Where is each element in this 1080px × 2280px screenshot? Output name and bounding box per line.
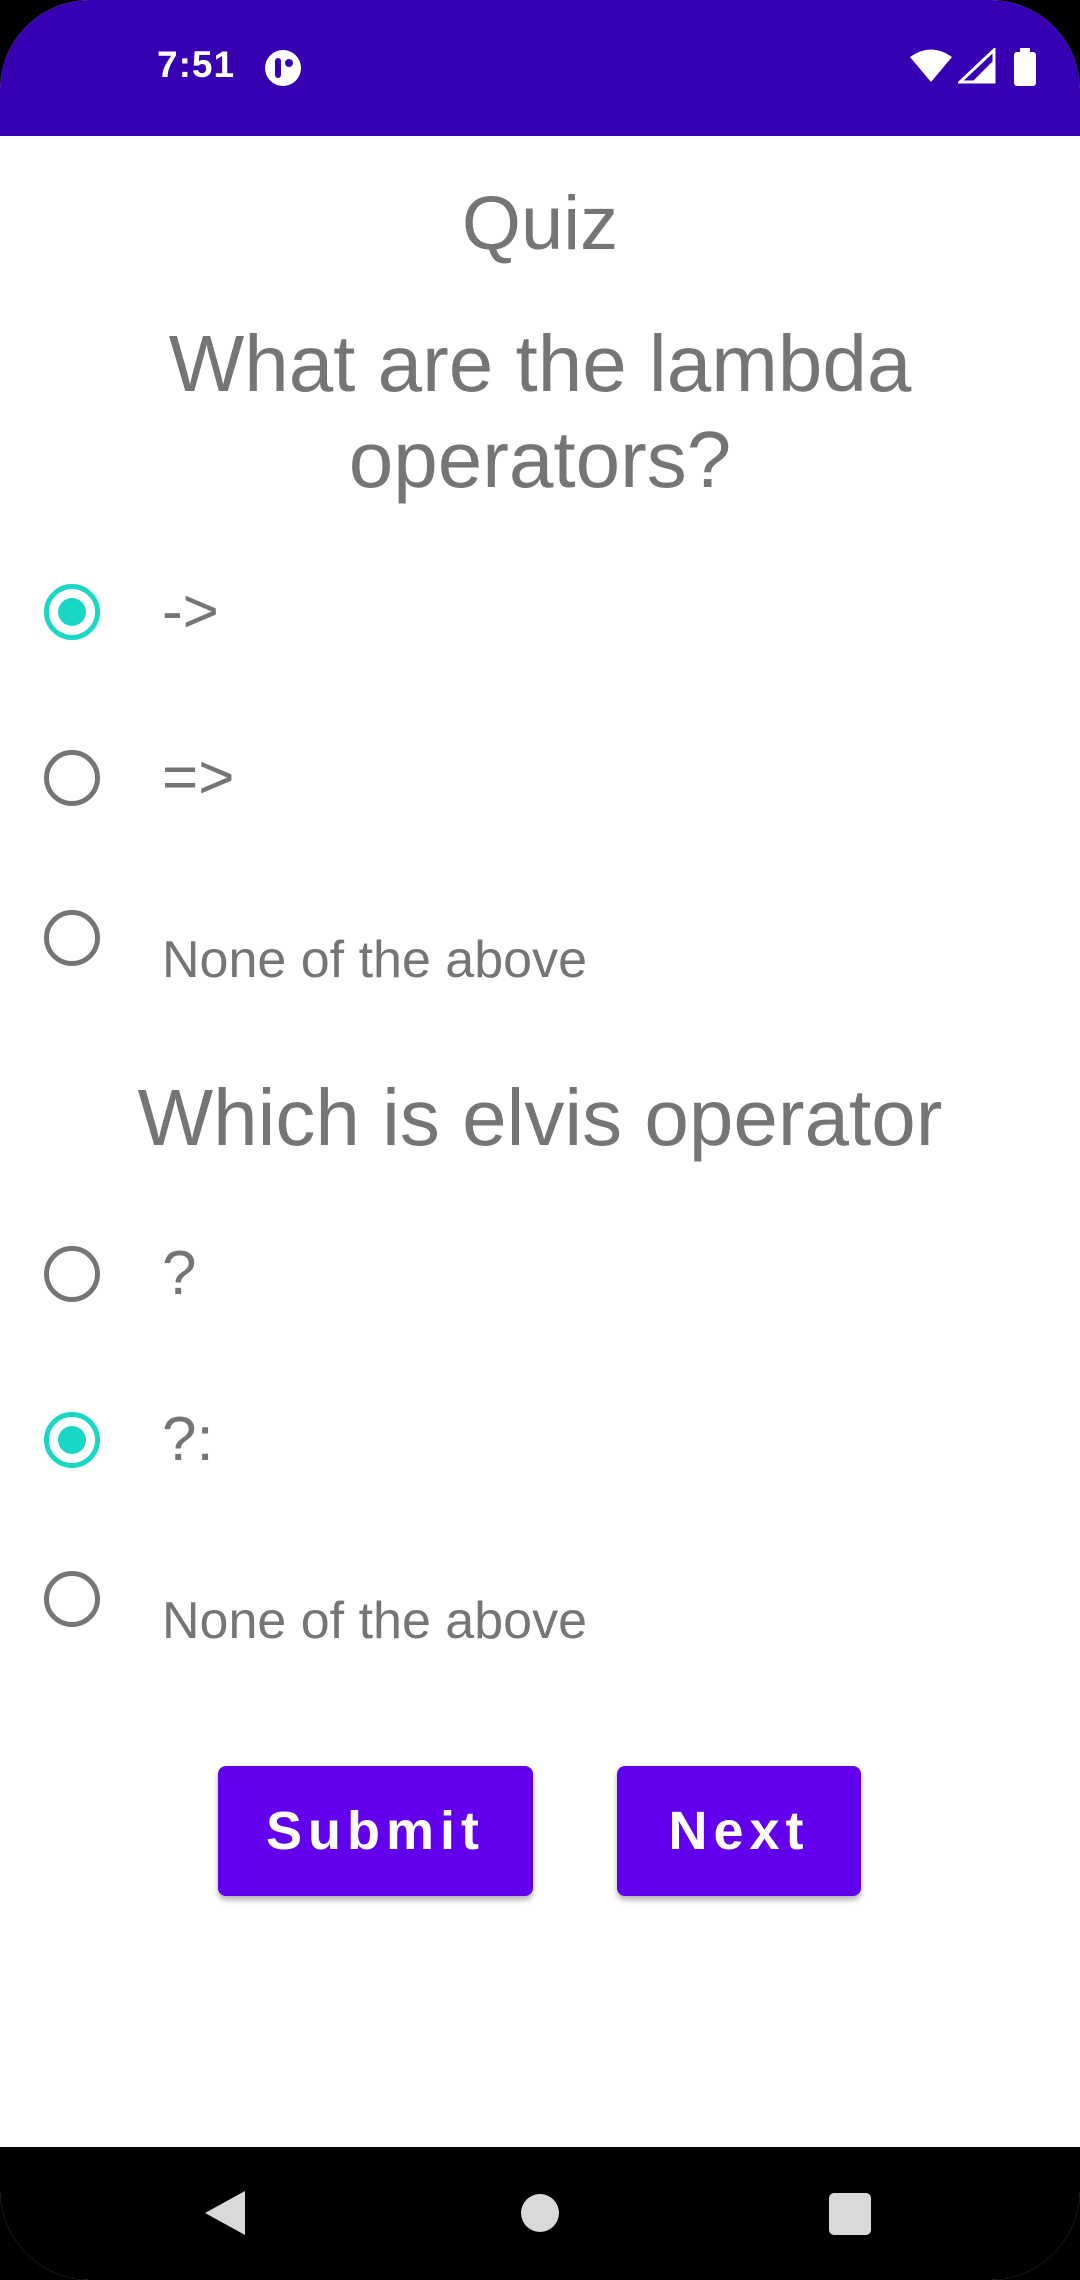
q1-option-1[interactable]: -> [40,577,1040,694]
recents-icon[interactable] [829,2193,871,2235]
app-notification-icon [265,50,301,86]
option-label: ?: [162,1405,214,1474]
question-2-text: Which is elvis operator [137,1073,943,1162]
next-button[interactable]: Next [617,1766,861,1896]
radio-button-checked[interactable] [44,1412,100,1468]
q2-option-1[interactable]: ? [40,1239,1040,1356]
wifi-icon [910,49,952,82]
radio-button-checked[interactable] [44,584,100,640]
radio-button[interactable] [44,1246,100,1302]
signal-icon [958,48,996,84]
radio-button[interactable] [44,910,100,966]
q2-option-2[interactable]: ?: [40,1405,1040,1522]
submit-button[interactable]: Submit [218,1766,533,1896]
option-label: None of the above [162,931,587,989]
status-icons [910,48,1060,88]
radio-button[interactable] [44,750,100,806]
option-label: -> [162,577,219,646]
battery-icon [1014,48,1036,86]
status-time: 7:51 [157,44,236,85]
phone-screen: 7:51 Quiz What are the lambda operators?… [0,0,1080,2280]
home-icon[interactable] [521,2194,559,2232]
back-icon[interactable] [203,2189,247,2237]
status-bar: 7:51 [0,0,1080,136]
question-1-text: What are the lambda operators? [168,319,912,504]
option-label: ? [162,1239,197,1308]
q1-option-2[interactable]: => [40,743,1040,860]
q1-option-3[interactable]: None of the above [40,910,1040,1020]
radio-button[interactable] [44,1571,100,1627]
option-label: None of the above [162,1592,587,1650]
page-title: Quiz [461,181,619,266]
navigation-bar [0,2147,1080,2280]
q2-option-3[interactable]: None of the above [40,1571,1040,1681]
option-label: => [162,743,235,812]
